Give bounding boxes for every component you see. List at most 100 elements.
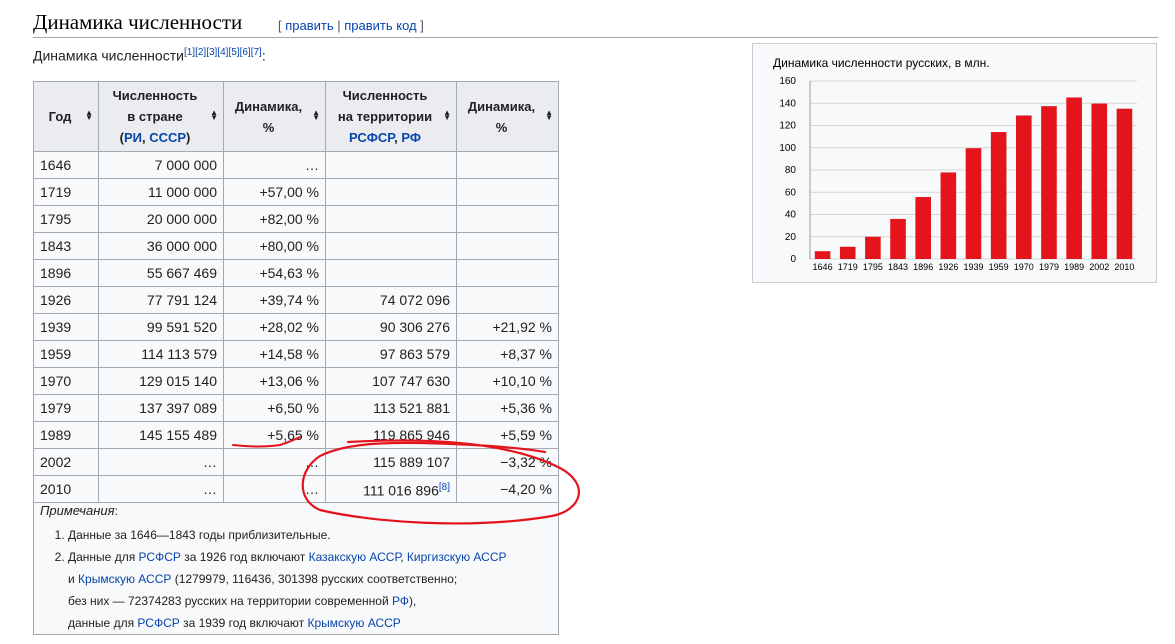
sort-icon[interactable]: ▲ ▼	[443, 109, 451, 122]
ref-link[interactable]: [5]	[228, 47, 239, 58]
table-row: 1939 99 591 520 +28,02 % 90 306 276 +21,92 %	[33, 313, 559, 341]
table-row: 1896 55 667 469 +54,63 %	[33, 259, 559, 287]
chart-bar	[1041, 106, 1057, 259]
x-tick-label: 1646	[813, 262, 833, 272]
table-row: 1970 129 015 140 +13,06 % 107 747 630 +10,10…	[33, 367, 559, 395]
edit-links: [ править | править код ]	[278, 18, 424, 33]
table-row: 1719 11 000 000 +57,00 %	[33, 178, 559, 206]
cell-dynamics: …	[223, 475, 326, 503]
x-tick-label: 1795	[863, 262, 883, 272]
sort-icon[interactable]: ▲ ▼	[312, 109, 320, 122]
cell-year: 1896	[33, 259, 99, 287]
note-link[interactable]: РФ	[392, 594, 409, 608]
cell-dynamics: +13,06 %	[223, 367, 326, 395]
section-title: Динамика численности	[33, 10, 243, 34]
cell-pop-country: 114 113 579	[98, 340, 224, 368]
chart-bar	[1016, 115, 1032, 259]
chart-bar	[1091, 103, 1108, 259]
cell-dynamics-rf: −3,32 %	[456, 448, 559, 476]
cell-dynamics-rf	[456, 151, 559, 179]
cell-dynamics-rf: +5,36 %	[456, 394, 559, 422]
ref-link[interactable]: [3]	[206, 47, 217, 58]
cell-pop-rsfsr: 115 889 107	[325, 448, 457, 476]
note-link[interactable]: Киргизскую АССР	[407, 550, 507, 564]
sort-icon[interactable]: ▲ ▼	[85, 109, 93, 122]
chart-bar	[890, 218, 906, 259]
col-header-dynamics-rf[interactable]: Динамика, % ▲ ▼	[456, 81, 559, 152]
link-rf[interactable]: РФ	[401, 130, 421, 145]
y-tick-label: 20	[785, 232, 797, 243]
table-row: 1795 20 000 000 +82,00 %	[33, 205, 559, 233]
note-link[interactable]: РСФСР	[139, 550, 181, 564]
link-ussr[interactable]: СССР	[149, 130, 186, 145]
note-item: Данные за 1646—1843 годы приблизительные…	[68, 524, 552, 546]
ref-link[interactable]: [6]	[240, 47, 251, 58]
table-row: 1979 137 397 089 +6,50 % 113 521 881 +5,36 %	[33, 394, 559, 422]
table-row: 1926 77 791 124 +39,74 % 74 072 096	[33, 286, 559, 314]
note-link[interactable]: РСФСР	[137, 616, 179, 630]
cell-pop-country: 20 000 000	[98, 205, 224, 233]
cell-dynamics-rf	[456, 205, 559, 233]
y-tick-label: 100	[779, 143, 796, 154]
refs: [1][2][3][4][5][6][7]	[184, 47, 262, 58]
section-heading: Динамика численности [ править | править…	[33, 10, 1158, 38]
cell-pop-rsfsr: 119 865 946	[325, 421, 457, 449]
table-row: 2002…… 115 889 107 −3,32 %	[33, 448, 559, 476]
note-link[interactable]: Казакскую АССР	[309, 550, 401, 564]
cell-dynamics-rf	[456, 232, 559, 260]
cell-dynamics-rf	[456, 178, 559, 206]
cell-pop-country: 129 015 140	[98, 367, 224, 395]
sort-icon[interactable]: ▲ ▼	[545, 109, 553, 122]
sort-icon[interactable]: ▲ ▼	[210, 109, 218, 122]
cell-pop-country: 77 791 124	[98, 286, 224, 314]
cell-year: 1646	[33, 151, 99, 179]
x-tick-label: 1896	[913, 262, 933, 272]
cell-pop-rsfsr	[325, 259, 457, 287]
ref-link[interactable]: [8]	[439, 482, 450, 493]
intro-text: Динамика численности[1][2][3][4][5][6][7…	[33, 47, 266, 64]
cell-dynamics: +80,00 %	[223, 232, 326, 260]
link-ri[interactable]: РИ	[124, 130, 142, 145]
col-header-year[interactable]: Год ▲ ▼	[33, 81, 99, 152]
cell-dynamics: +6,50 %	[223, 394, 326, 422]
cell-pop-country: 99 591 520	[98, 313, 224, 341]
cell-dynamics: …	[223, 448, 326, 476]
cell-pop-rsfsr	[325, 151, 457, 179]
edit-link[interactable]: править	[285, 18, 333, 33]
ref-link[interactable]: [2]	[195, 47, 206, 58]
chart-bar	[1066, 97, 1082, 259]
notes-list: Данные за 1646—1843 годы приблизительные…	[40, 524, 552, 634]
cell-dynamics-rf: +8,37 %	[456, 340, 559, 368]
cell-dynamics-rf	[456, 286, 559, 314]
cell-pop-country: …	[98, 475, 224, 503]
col-header-pop-rsfsr[interactable]: Численность на территории РСФСР, РФ ▲ ▼	[325, 81, 457, 152]
chart-bar	[990, 132, 1007, 259]
ref-link[interactable]: [7]	[251, 47, 262, 58]
y-tick-label: 40	[785, 210, 797, 221]
col-header-pop-country[interactable]: Численность в стране (РИ, СССР) ▲ ▼	[98, 81, 224, 152]
cell-dynamics-rf	[456, 259, 559, 287]
cell-dynamics: +28,02 %	[223, 313, 326, 341]
x-tick-label: 1970	[1014, 262, 1034, 272]
cell-dynamics: +54,63 %	[223, 259, 326, 287]
cell-pop-country: 7 000 000	[98, 151, 224, 179]
cell-pop-country: 145 155 489	[98, 421, 224, 449]
ref-link[interactable]: [1]	[184, 47, 195, 58]
cell-pop-rsfsr: 90 306 276	[325, 313, 457, 341]
edit-code-link[interactable]: править код	[344, 18, 416, 33]
link-rsfsr[interactable]: РСФСР	[349, 130, 394, 145]
cell-pop-country: 11 000 000	[98, 178, 224, 206]
cell-year: 1959	[33, 340, 99, 368]
y-tick-label: 80	[785, 165, 797, 176]
x-tick-label: 1843	[888, 262, 908, 272]
note-link[interactable]: Крымскую АССР	[78, 572, 171, 586]
col-header-dynamics[interactable]: Динамика, % ▲ ▼	[223, 81, 326, 152]
table-row: 1843 36 000 000 +80,00 %	[33, 232, 559, 260]
note-link[interactable]: Крымскую АССР	[307, 616, 400, 630]
ref-link[interactable]: [4]	[217, 47, 228, 58]
cell-dynamics-rf: +21,92 %	[456, 313, 559, 341]
x-tick-label: 2002	[1089, 262, 1109, 272]
cell-year: 1970	[33, 367, 99, 395]
chart-bar	[965, 148, 982, 259]
y-tick-label: 120	[779, 121, 796, 132]
